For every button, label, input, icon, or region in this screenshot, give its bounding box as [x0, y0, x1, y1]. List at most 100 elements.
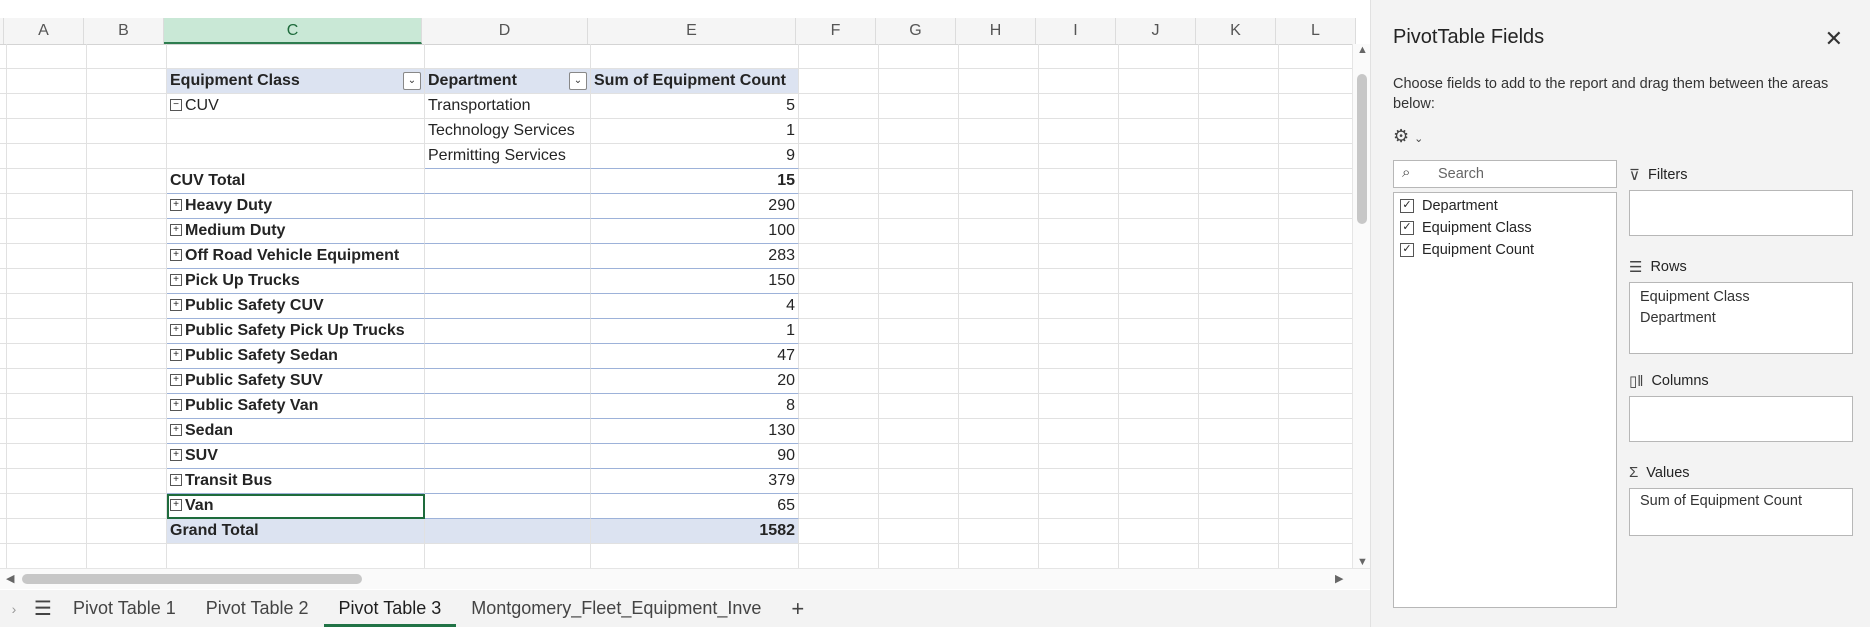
cell[interactable] — [0, 94, 7, 119]
cell[interactable] — [1199, 119, 1279, 144]
cell[interactable] — [425, 294, 591, 319]
pivot-value-cell[interactable]: 150 — [591, 269, 799, 294]
checkbox-icon[interactable]: ✓ — [1400, 199, 1414, 213]
cell[interactable] — [1199, 269, 1279, 294]
cell[interactable] — [1279, 44, 1359, 69]
cell[interactable] — [7, 69, 87, 94]
cell[interactable] — [1119, 294, 1199, 319]
cell[interactable] — [879, 394, 959, 419]
cell[interactable] — [7, 94, 87, 119]
cell[interactable] — [7, 194, 87, 219]
cell[interactable] — [1279, 144, 1359, 169]
cell[interactable] — [959, 269, 1039, 294]
cell[interactable] — [959, 69, 1039, 94]
cell[interactable] — [1199, 194, 1279, 219]
cell[interactable] — [0, 319, 7, 344]
cell[interactable] — [87, 469, 167, 494]
cell[interactable] — [1119, 44, 1199, 69]
expand-icon[interactable]: + — [170, 298, 182, 311]
filter-dropdown-icon[interactable]: ⌄ — [403, 72, 421, 90]
cell[interactable] — [1119, 419, 1199, 444]
cell[interactable] — [879, 544, 959, 569]
cell[interactable] — [1119, 519, 1199, 544]
cell[interactable] — [879, 344, 959, 369]
cell[interactable] — [1119, 269, 1199, 294]
filter-dropdown-icon[interactable]: ⌄ — [569, 72, 587, 90]
cell[interactable] — [879, 369, 959, 394]
cell[interactable] — [1199, 444, 1279, 469]
cell[interactable] — [425, 344, 591, 369]
cell[interactable] — [1119, 344, 1199, 369]
cell[interactable] — [425, 394, 591, 419]
cell[interactable] — [7, 44, 87, 69]
cell[interactable] — [7, 269, 87, 294]
pivot-row-label[interactable]: − CUV — [167, 94, 425, 119]
add-sheet-icon[interactable]: + — [776, 596, 819, 622]
cell[interactable] — [1039, 294, 1119, 319]
cell[interactable] — [591, 44, 799, 69]
pivot-row-label[interactable]: + Transit Bus — [167, 469, 425, 494]
cell[interactable] — [1039, 69, 1119, 94]
cell[interactable] — [1279, 419, 1359, 444]
cell[interactable] — [1199, 369, 1279, 394]
cell[interactable] — [799, 344, 879, 369]
cell[interactable] — [1279, 394, 1359, 419]
cell[interactable] — [1039, 444, 1119, 469]
expand-icon[interactable]: + — [170, 348, 182, 361]
expand-icon[interactable]: + — [170, 423, 182, 436]
cell[interactable] — [1119, 494, 1199, 519]
cell[interactable] — [1279, 294, 1359, 319]
cell[interactable] — [879, 494, 959, 519]
cell[interactable] — [1199, 244, 1279, 269]
cell[interactable] — [799, 444, 879, 469]
cell[interactable] — [1279, 319, 1359, 344]
cell[interactable] — [959, 194, 1039, 219]
pivot-subtotal-label[interactable]: CUV Total — [167, 169, 425, 194]
columns-area[interactable] — [1629, 396, 1853, 442]
cell[interactable] — [959, 219, 1039, 244]
cell[interactable] — [591, 544, 799, 569]
expand-icon[interactable]: + — [170, 273, 182, 286]
cell[interactable] — [799, 44, 879, 69]
cell[interactable] — [0, 169, 7, 194]
cell[interactable] — [87, 119, 167, 144]
pivot-subtotal-value[interactable]: 15 — [591, 169, 799, 194]
cell[interactable] — [879, 294, 959, 319]
cell[interactable] — [167, 119, 425, 144]
cell[interactable] — [1039, 319, 1119, 344]
cell[interactable] — [87, 444, 167, 469]
cell[interactable] — [1039, 394, 1119, 419]
pivot-dept-cell[interactable]: Permitting Services — [425, 144, 591, 169]
cell[interactable] — [799, 169, 879, 194]
cell[interactable] — [7, 469, 87, 494]
cell[interactable] — [959, 544, 1039, 569]
cell[interactable] — [1039, 169, 1119, 194]
cell[interactable] — [87, 419, 167, 444]
pivot-header-sum[interactable]: Sum of Equipment Count — [591, 69, 799, 94]
cell[interactable] — [879, 519, 959, 544]
cell[interactable] — [799, 319, 879, 344]
cell[interactable] — [1279, 344, 1359, 369]
column-header-i[interactable]: I — [1036, 18, 1116, 44]
cell[interactable] — [959, 44, 1039, 69]
rows-area[interactable]: Equipment Class Department — [1629, 282, 1853, 354]
cell[interactable] — [1119, 394, 1199, 419]
cell[interactable] — [87, 144, 167, 169]
cell[interactable] — [87, 169, 167, 194]
pivot-value-cell[interactable]: 1 — [591, 319, 799, 344]
cell[interactable] — [7, 294, 87, 319]
cell[interactable] — [959, 144, 1039, 169]
vertical-scrollbar[interactable]: ▲ ▼ — [1352, 44, 1371, 568]
cell[interactable] — [7, 119, 87, 144]
cell[interactable] — [87, 319, 167, 344]
cell[interactable] — [959, 244, 1039, 269]
horizontal-scroll-thumb[interactable] — [22, 574, 362, 584]
cell[interactable] — [879, 119, 959, 144]
cell[interactable] — [425, 319, 591, 344]
cell[interactable] — [7, 394, 87, 419]
cell[interactable] — [959, 94, 1039, 119]
cell[interactable] — [1199, 144, 1279, 169]
cell[interactable] — [959, 319, 1039, 344]
expand-icon[interactable]: + — [170, 498, 182, 511]
field-search-input[interactable]: ⌕ Search — [1393, 160, 1617, 188]
